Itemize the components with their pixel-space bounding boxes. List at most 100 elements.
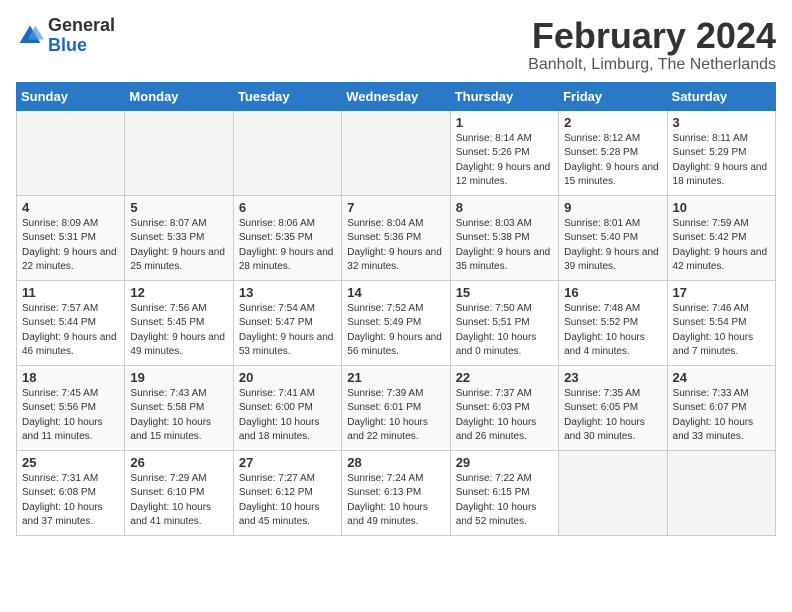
weekday-header: Tuesday [233,82,341,110]
weekday-header: Friday [559,82,667,110]
day-number: 13 [239,285,336,300]
day-number: 10 [673,200,770,215]
day-number: 19 [130,370,227,385]
calendar-cell: 21 Sunrise: 7:39 AMSunset: 6:01 PMDayligh… [342,365,450,450]
weekday-header: Monday [125,82,233,110]
day-info: Sunrise: 7:24 AMSunset: 6:13 PMDaylight:… [347,472,444,530]
day-number: 15 [456,285,553,300]
logo-icon [16,22,44,50]
logo-text: General Blue [48,16,115,56]
day-number: 1 [456,115,553,130]
calendar-week-row: 4Sunrise: 8:09 AMSunset: 5:31 PMDaylight… [17,195,776,280]
calendar-cell: 11 Sunrise: 7:57 AMSunset: 5:44 PMDayligh… [17,280,125,365]
day-info: Sunrise: 7:31 AMSunset: 6:08 PMDaylight:… [22,472,119,530]
day-info: Sunrise: 8:01 AMSunset: 5:40 PMDaylight:… [564,217,661,275]
day-info: Sunrise: 7:39 AMSunset: 6:01 PMDaylight:… [347,387,444,445]
calendar-cell: 18 Sunrise: 7:45 AMSunset: 5:56 PMDayligh… [17,365,125,450]
day-number: 14 [347,285,444,300]
day-number: 18 [22,370,119,385]
calendar-week-row: 18 Sunrise: 7:45 AMSunset: 5:56 PMDayligh… [17,365,776,450]
day-info: Sunrise: 7:50 AMSunset: 5:51 PMDaylight:… [456,302,553,360]
day-number: 20 [239,370,336,385]
day-number: 9 [564,200,661,215]
day-number: 23 [564,370,661,385]
day-number: 12 [130,285,227,300]
calendar-cell: 22 Sunrise: 7:37 AMSunset: 6:03 PMDayligh… [450,365,558,450]
day-info: Sunrise: 7:22 AMSunset: 6:15 PMDaylight:… [456,472,553,530]
calendar-cell [125,110,233,195]
day-info: Sunrise: 7:59 AMSunset: 5:42 PMDaylight:… [673,217,770,275]
calendar-cell: 2Sunrise: 8:12 AMSunset: 5:28 PMDaylight… [559,110,667,195]
day-number: 27 [239,455,336,470]
calendar-cell: 27Sunrise: 7:27 AMSunset: 6:12 PMDayligh… [233,450,341,535]
calendar-table: SundayMondayTuesdayWednesdayThursdayFrid… [16,82,776,536]
weekday-header: Sunday [17,82,125,110]
day-number: 6 [239,200,336,215]
day-info: Sunrise: 7:41 AMSunset: 6:00 PMDaylight:… [239,387,336,445]
calendar-cell [667,450,775,535]
calendar-cell [559,450,667,535]
title-block: February 2024 Banholt, Limburg, The Neth… [528,16,776,74]
calendar-cell: 14 Sunrise: 7:52 AMSunset: 5:49 PMDayligh… [342,280,450,365]
day-info: Sunrise: 7:56 AMSunset: 5:45 PMDaylight:… [130,302,227,360]
day-number: 21 [347,370,444,385]
day-info: Sunrise: 7:54 AMSunset: 5:47 PMDaylight:… [239,302,336,360]
day-number: 5 [130,200,227,215]
location-title: Banholt, Limburg, The Netherlands [528,56,776,74]
day-info: Sunrise: 7:33 AMSunset: 6:07 PMDaylight:… [673,387,770,445]
day-info: Sunrise: 7:35 AMSunset: 6:05 PMDaylight:… [564,387,661,445]
day-number: 3 [673,115,770,130]
calendar-cell: 13 Sunrise: 7:54 AMSunset: 5:47 PMDayligh… [233,280,341,365]
day-number: 11 [22,285,119,300]
calendar-cell: 9 Sunrise: 8:01 AMSunset: 5:40 PMDaylight… [559,195,667,280]
calendar-cell: 17 Sunrise: 7:46 AMSunset: 5:54 PMDayligh… [667,280,775,365]
day-info: Sunrise: 8:11 AMSunset: 5:29 PMDaylight:… [673,132,770,190]
day-info: Sunrise: 7:43 AMSunset: 5:58 PMDaylight:… [130,387,227,445]
day-info: Sunrise: 7:52 AMSunset: 5:49 PMDaylight:… [347,302,444,360]
calendar-cell: 4Sunrise: 8:09 AMSunset: 5:31 PMDaylight… [17,195,125,280]
day-number: 16 [564,285,661,300]
calendar-cell: 26Sunrise: 7:29 AMSunset: 6:10 PMDayligh… [125,450,233,535]
calendar-week-row: 11 Sunrise: 7:57 AMSunset: 5:44 PMDayligh… [17,280,776,365]
calendar-cell: 28 Sunrise: 7:24 AMSunset: 6:13 PMDayligh… [342,450,450,535]
calendar-week-row: 1Sunrise: 8:14 AMSunset: 5:26 PMDaylight… [17,110,776,195]
calendar-cell: 19 Sunrise: 7:43 AMSunset: 5:58 PMDayligh… [125,365,233,450]
calendar-cell: 3 Sunrise: 8:11 AMSunset: 5:29 PMDaylight… [667,110,775,195]
day-info: Sunrise: 7:29 AMSunset: 6:10 PMDaylight:… [130,472,227,530]
day-number: 22 [456,370,553,385]
calendar-cell [17,110,125,195]
day-info: Sunrise: 7:57 AMSunset: 5:44 PMDaylight:… [22,302,119,360]
calendar-cell: 23 Sunrise: 7:35 AMSunset: 6:05 PMDayligh… [559,365,667,450]
calendar-week-row: 25Sunrise: 7:31 AMSunset: 6:08 PMDayligh… [17,450,776,535]
day-info: Sunrise: 8:03 AMSunset: 5:38 PMDaylight:… [456,217,553,275]
calendar-cell: 1Sunrise: 8:14 AMSunset: 5:26 PMDaylight… [450,110,558,195]
day-info: Sunrise: 8:09 AMSunset: 5:31 PMDaylight:… [22,217,119,275]
day-number: 28 [347,455,444,470]
calendar-cell: 6Sunrise: 8:06 AMSunset: 5:35 PMDaylight… [233,195,341,280]
weekday-header-row: SundayMondayTuesdayWednesdayThursdayFrid… [17,82,776,110]
logo-blue: Blue [48,36,115,56]
calendar-cell: 29 Sunrise: 7:22 AMSunset: 6:15 PMDayligh… [450,450,558,535]
calendar-cell: 10 Sunrise: 7:59 AMSunset: 5:42 PMDayligh… [667,195,775,280]
day-number: 7 [347,200,444,215]
calendar-cell: 12 Sunrise: 7:56 AMSunset: 5:45 PMDayligh… [125,280,233,365]
calendar-cell: 16 Sunrise: 7:48 AMSunset: 5:52 PMDayligh… [559,280,667,365]
day-info: Sunrise: 7:37 AMSunset: 6:03 PMDaylight:… [456,387,553,445]
day-number: 17 [673,285,770,300]
day-info: Sunrise: 7:48 AMSunset: 5:52 PMDaylight:… [564,302,661,360]
calendar-cell: 15 Sunrise: 7:50 AMSunset: 5:51 PMDayligh… [450,280,558,365]
calendar-cell: 7Sunrise: 8:04 AMSunset: 5:36 PMDaylight… [342,195,450,280]
day-info: Sunrise: 7:46 AMSunset: 5:54 PMDaylight:… [673,302,770,360]
calendar-cell: 20 Sunrise: 7:41 AMSunset: 6:00 PMDayligh… [233,365,341,450]
day-info: Sunrise: 8:07 AMSunset: 5:33 PMDaylight:… [130,217,227,275]
weekday-header: Wednesday [342,82,450,110]
day-number: 24 [673,370,770,385]
logo-general: General [48,16,115,36]
day-info: Sunrise: 7:45 AMSunset: 5:56 PMDaylight:… [22,387,119,445]
weekday-header: Thursday [450,82,558,110]
page-header: General Blue February 2024 Banholt, Limb… [16,16,776,74]
calendar-cell: 24 Sunrise: 7:33 AMSunset: 6:07 PMDayligh… [667,365,775,450]
calendar-cell: 25Sunrise: 7:31 AMSunset: 6:08 PMDayligh… [17,450,125,535]
day-number: 29 [456,455,553,470]
logo: General Blue [16,16,115,56]
